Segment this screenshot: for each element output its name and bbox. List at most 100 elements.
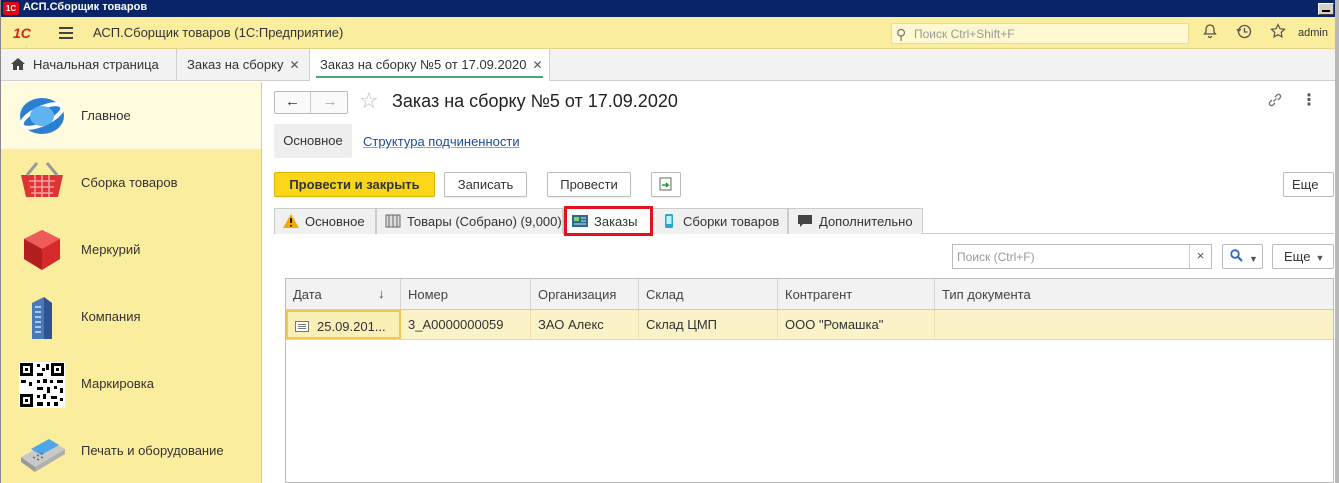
building-icon	[32, 297, 52, 339]
document-arrow-icon	[659, 177, 672, 191]
tab-label: Товары (Собрано) (9,000)	[407, 214, 562, 229]
open-tab-label: Заказ на сборку	[187, 57, 284, 72]
document-icon	[295, 321, 309, 332]
highlight-frame	[564, 206, 653, 236]
sidebar-item-label: Маркировка	[81, 376, 154, 391]
cell-organization[interactable]: ЗАО Алекс	[531, 310, 639, 339]
current-user[interactable]: admin	[1298, 27, 1328, 39]
pos-terminal-icon	[21, 439, 65, 472]
column-header-number[interactable]: Номер	[401, 279, 531, 309]
tab-label: Дополнительно	[819, 214, 913, 229]
app-logo-icon: 1С	[3, 2, 19, 15]
tab-products[interactable]: Товары (Собрано) (9,000)	[376, 208, 563, 234]
basket-icon	[21, 162, 63, 197]
column-header-counterparty[interactable]: Контрагент	[778, 279, 935, 309]
sidebar-item-mercury[interactable]: Меркурий	[1, 216, 261, 283]
panel-main-command[interactable]: Основное	[274, 124, 352, 158]
cell-date[interactable]: 25.09.201...	[286, 310, 401, 339]
list-search-placeholder: Поиск (Ctrl+F)	[957, 250, 1035, 264]
list-search-input[interactable]: Поиск (Ctrl+F) ×	[952, 244, 1212, 269]
sidebar-item-company[interactable]: Компания	[1, 283, 261, 350]
form-tabs: Основное Товары (Собрано) (9,000) Заказы…	[274, 208, 1334, 235]
cell-number[interactable]: 3_А0000000059	[401, 310, 531, 339]
cube-icon	[24, 230, 60, 270]
table-row[interactable]: 25.09.201... 3_А0000000059 ЗАО Алекс Скл…	[286, 310, 1333, 340]
sidebar-item-printing[interactable]: Печать и оборудование	[1, 417, 261, 483]
column-header-organization[interactable]: Организация	[531, 279, 639, 309]
warning-icon	[283, 214, 299, 228]
history-icon[interactable]	[1234, 23, 1254, 43]
sidebar-item-label: Меркурий	[81, 242, 141, 257]
open-tab-order-5[interactable]: Заказ на сборку №5 от 17.09.2020 ✕	[310, 49, 550, 81]
bell-icon[interactable]	[1200, 23, 1220, 43]
more-actions-icon[interactable]: ⋮	[1301, 90, 1317, 110]
favorites-star-icon[interactable]	[1268, 23, 1288, 43]
back-arrow-icon[interactable]: ←	[275, 92, 311, 113]
navigation-buttons: ← →	[274, 91, 348, 114]
clear-search-icon[interactable]: ×	[1189, 245, 1211, 268]
close-icon[interactable]: ✕	[532, 58, 542, 72]
global-search-input[interactable]: ⚲ Поиск Ctrl+Shift+F	[891, 23, 1189, 44]
table-header: Дата ↓ Номер Организация Склад Контраген…	[286, 279, 1333, 310]
search-icon	[1230, 249, 1243, 262]
home-icon	[11, 58, 25, 70]
chevron-down-icon: ▼	[1315, 253, 1325, 263]
open-windows-bar: Начальная страница Заказ на сборку ✕ Зака…	[1, 49, 1335, 81]
tab-label: Основное	[305, 214, 365, 229]
sidebar-item-label: Компания	[81, 309, 141, 324]
sidebar-item-label: Печать и оборудование	[81, 443, 224, 458]
column-header-label: Дата	[293, 287, 322, 302]
globe-icon	[19, 98, 65, 134]
window-title-bar: 1С АСП.Сборщик товаров	[1, 0, 1335, 17]
cell-warehouse[interactable]: Склад ЦМП	[639, 310, 778, 339]
tab-assemblies[interactable]: Сборки товаров	[652, 208, 788, 234]
favorite-star-icon[interactable]: ☆	[359, 88, 379, 114]
list-more-button[interactable]: Еще ▼	[1272, 244, 1334, 269]
app-window: 1С АСП.Сборщик товаров 1С АСП.Сборщик то…	[0, 0, 1339, 483]
comment-icon	[798, 215, 812, 227]
sort-desc-icon: ↓	[378, 286, 385, 301]
search-options-button[interactable]: ▼	[1222, 244, 1263, 269]
cell-counterparty[interactable]: ООО "Ромашка"	[778, 310, 935, 339]
cell-date-value: 25.09.201...	[317, 319, 386, 334]
column-header-date[interactable]: Дата ↓	[286, 279, 401, 309]
link-icon[interactable]	[1267, 92, 1283, 112]
qr-code-icon	[19, 362, 65, 408]
sidebar-item-marking[interactable]: Маркировка	[1, 350, 261, 417]
window-title: АСП.Сборщик товаров	[23, 1, 148, 13]
page-title: Заказ на сборку №5 от 17.09.2020	[392, 91, 678, 111]
tab-label: Сборки товаров	[683, 214, 780, 229]
search-icon: ⚲	[896, 26, 907, 42]
more-button[interactable]: Еще	[1283, 172, 1334, 197]
orders-table: Дата ↓ Номер Организация Склад Контраген…	[285, 278, 1334, 483]
minimize-button[interactable]	[1318, 3, 1334, 15]
column-header-doc-type[interactable]: Тип документа	[935, 279, 1335, 309]
cell-doc-type[interactable]	[935, 310, 1335, 339]
tab-additional[interactable]: Дополнительно	[788, 208, 923, 234]
open-tab-home[interactable]: Начальная страница	[1, 49, 177, 80]
app-title: АСП.Сборщик товаров (1С:Предприятие)	[93, 25, 344, 40]
open-tab-orders-list[interactable]: Заказ на сборку ✕	[177, 49, 310, 80]
save-button[interactable]: Записать	[444, 172, 527, 197]
forward-arrow-icon[interactable]: →	[312, 92, 348, 113]
subordination-structure-link[interactable]: Структура подчиненности	[363, 134, 520, 149]
column-header-warehouse[interactable]: Склад	[639, 279, 778, 309]
document-form: ← → ☆ Заказ на сборку №5 от 17.09.2020 ⋮…	[263, 82, 1335, 483]
tab-main[interactable]: Основное	[274, 208, 376, 234]
sidebar-item-main[interactable]: Главное	[1, 82, 261, 149]
phone-icon	[665, 214, 673, 228]
products-icon	[385, 214, 401, 228]
post-and-close-button[interactable]: Провести и закрыть	[274, 172, 435, 197]
sections-panel: Главное Сборка товаров Меркурий Компания…	[1, 82, 262, 483]
app-header: 1С АСП.Сборщик товаров (1С:Предприятие) …	[1, 17, 1335, 49]
1c-logo: 1С	[13, 25, 31, 41]
chevron-down-icon: ▼	[1249, 254, 1258, 264]
report-button[interactable]	[651, 172, 681, 197]
open-tab-label: Начальная страница	[33, 57, 159, 72]
sidebar-item-label: Сборка товаров	[81, 175, 178, 190]
menu-icon[interactable]	[59, 27, 73, 39]
sidebar-item-assembly[interactable]: Сборка товаров	[1, 149, 261, 216]
open-tab-label: Заказ на сборку №5 от 17.09.2020	[320, 57, 527, 72]
post-button[interactable]: Провести	[547, 172, 631, 197]
close-icon[interactable]: ✕	[289, 58, 299, 72]
